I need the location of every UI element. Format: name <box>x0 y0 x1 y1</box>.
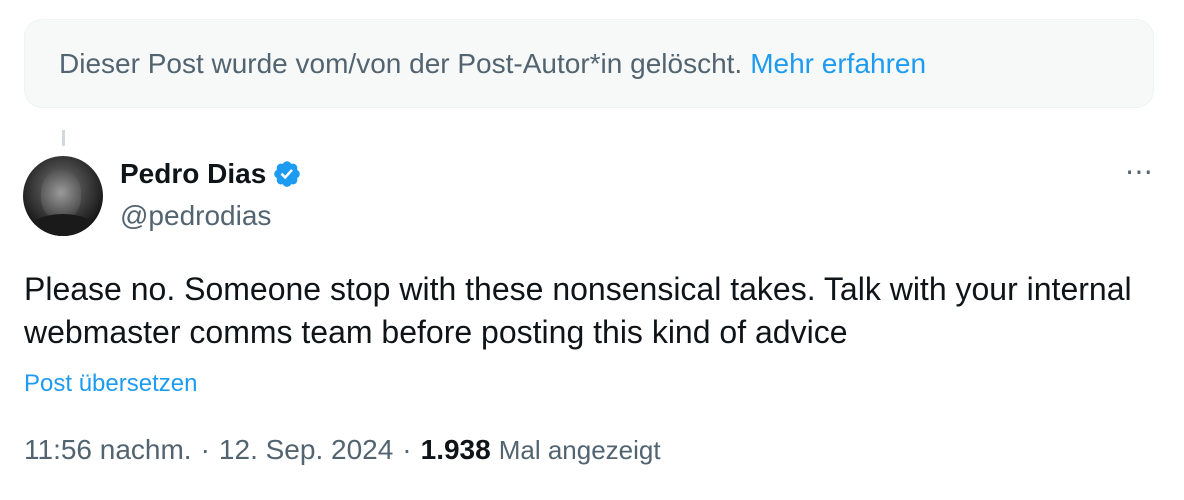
meta-separator: · <box>402 434 412 465</box>
meta-separator: · <box>200 434 210 465</box>
avatar-shoulders <box>25 214 101 236</box>
author-name-row: Pedro Dias <box>120 158 302 190</box>
author-name[interactable]: Pedro Dias <box>120 158 266 190</box>
avatar-face <box>41 170 81 220</box>
translate-post-link[interactable]: Post übersetzen <box>24 370 197 398</box>
avatar[interactable] <box>23 156 103 236</box>
more-options-icon[interactable]: ⋯ <box>1125 158 1154 186</box>
deleted-notice-text: Dieser Post wurde vom/von der Post-Autor… <box>59 47 743 79</box>
learn-more-link[interactable]: Mehr erfahren <box>750 48 926 80</box>
author-handle[interactable]: @pedrodias <box>120 200 271 232</box>
verified-badge-icon[interactable] <box>272 159 302 189</box>
deleted-post-notice: Dieser Post wurde vom/von der Post-Autor… <box>24 19 1154 108</box>
views-count[interactable]: 1.938 <box>421 434 491 466</box>
post-time[interactable]: 11:56 nachm. <box>24 434 192 466</box>
views-label: Mal angezeigt <box>498 435 661 465</box>
thread-connector-line <box>62 130 65 146</box>
post-text: Please no. Someone stop with these nonse… <box>24 271 1132 350</box>
post-metadata: 11:56 nachm. · 12. Sep. 2024 · 1.938 Mal… <box>24 434 661 466</box>
post-date[interactable]: 12. Sep. 2024 <box>219 434 393 466</box>
